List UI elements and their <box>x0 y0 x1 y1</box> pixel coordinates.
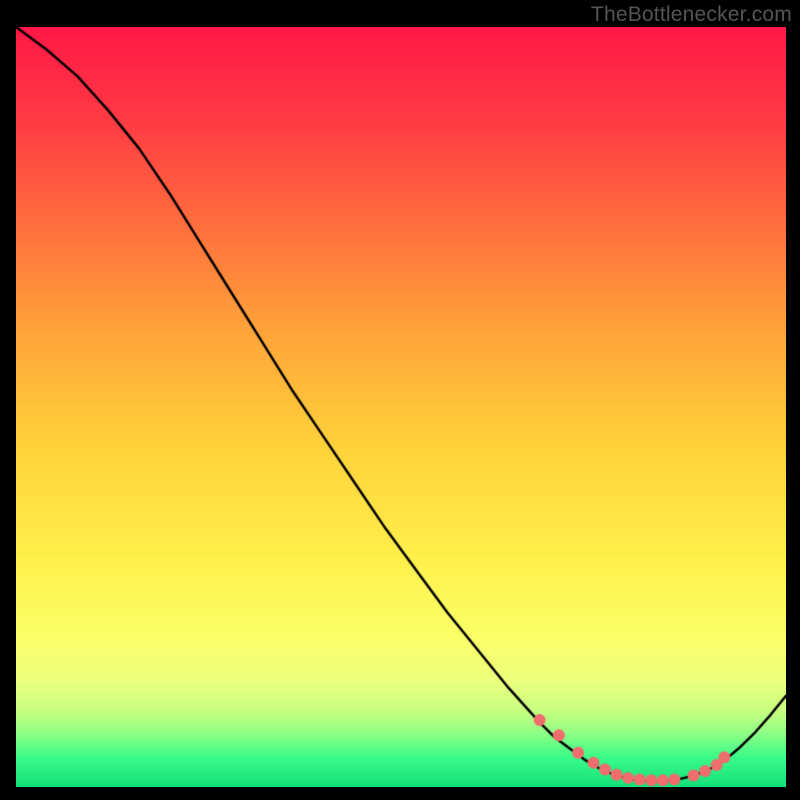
curve-canvas <box>16 27 786 787</box>
plot-area <box>16 27 786 787</box>
chart-container: TheBottlenecker.com <box>0 0 800 800</box>
watermark-text: TheBottlenecker.com <box>591 3 792 27</box>
